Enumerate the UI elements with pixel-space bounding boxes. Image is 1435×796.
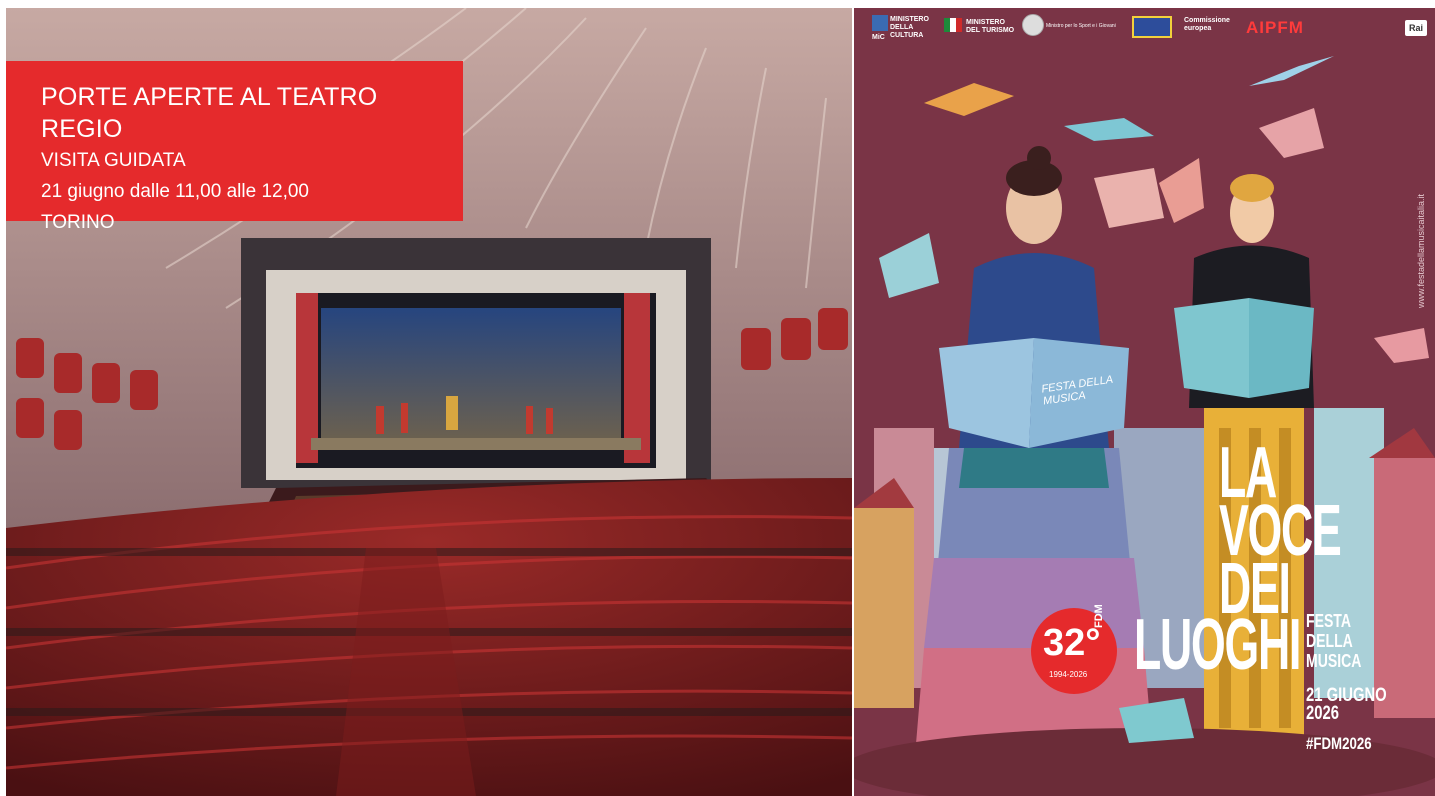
sponsor-logos: MINISTERO DELLA CULTURA MiC MINISTERO DE… [854,8,1435,48]
subtitle-line-2: DELLA [1306,631,1353,651]
event-title: PORTE APERTE AL TEATRO REGIO [41,83,378,143]
man-songbook [1174,298,1249,398]
rai-logo: Rai [1405,20,1427,36]
flying-page [924,83,1014,116]
flying-page [1159,158,1204,223]
flying-page [1064,118,1154,141]
flying-page [1374,328,1429,363]
flying-page [1249,56,1334,86]
badge-years: 1994-2026 [1049,670,1088,679]
festival-url: www.festadellamusicaitalia.it [1416,193,1426,308]
italy-flag-icon [944,18,962,32]
flying-page [1259,108,1324,158]
anniversary-badge: 32° FDM 1994-2026 [1031,604,1117,694]
mic-logo-icon [872,15,888,31]
badge-label: FDM [1093,604,1105,628]
woman-songbook [939,338,1034,448]
eu-flag-icon [1132,16,1172,38]
flying-page [879,233,939,298]
event-info-box: PORTE APERTE AL TEATRO REGIO VISITA GUID… [6,61,463,233]
commissione-europea-label: Commissione europea [1184,17,1230,32]
event-city: TORINO [41,212,115,233]
flying-page [1094,168,1164,228]
subtitle-line-3: MUSICA [1306,651,1362,671]
subtitle-line-1: FESTA [1306,611,1351,631]
ministero-cultura-label: MINISTERO DELLA CULTURA [890,16,929,39]
ministero-turismo-label: MINISTERO DEL TURISMO [966,19,1015,34]
hashtag: #FDM2026 [1306,734,1372,753]
badge-number: 32° [1043,622,1101,664]
ministro-sport-label: Ministro per lo Sport e i Giovani [1046,23,1116,29]
republic-emblem-icon [1022,14,1044,36]
mic-label: MiC [872,34,885,41]
festival-poster: MINISTERO DELLA CULTURA MiC MINISTERO DE… [854,8,1435,796]
event-datetime: 21 giugno dalle 11,00 alle 12,00 [41,181,309,202]
event-type: VISITA GUIDATA [41,150,186,171]
title-line-4: LUOGHI [1134,605,1301,685]
date-line-2: 2026 [1306,703,1339,724]
theatre-photo: PORTE APERTE AL TEATRO REGIO VISITA GUID… [6,8,852,796]
aipfm-logo: AIPFM [1246,18,1304,37]
